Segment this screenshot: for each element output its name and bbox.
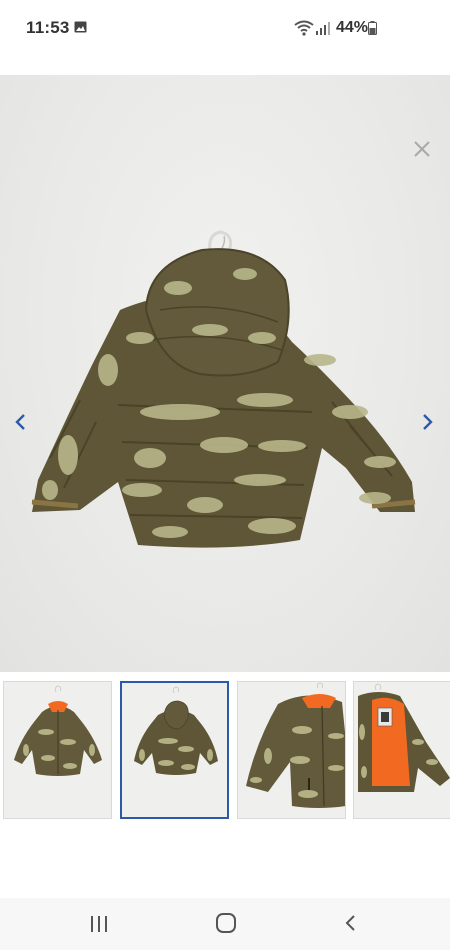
status-time: 11:53 bbox=[26, 18, 70, 37]
chevron-right-icon[interactable] bbox=[418, 410, 436, 434]
thumbnail-strip bbox=[0, 681, 450, 821]
system-nav-bar bbox=[0, 898, 450, 950]
image-viewer[interactable] bbox=[0, 75, 450, 672]
close-icon[interactable] bbox=[412, 139, 432, 159]
signal-icon bbox=[316, 22, 330, 35]
thumbnail-4[interactable] bbox=[353, 681, 450, 819]
chevron-left-icon[interactable] bbox=[12, 410, 30, 434]
thumbnail-image bbox=[358, 683, 450, 792]
status-bar: 11:53 44% bbox=[0, 0, 450, 58]
recents-icon[interactable] bbox=[88, 915, 110, 933]
product-image-main[interactable] bbox=[20, 190, 420, 555]
thumbnail-2[interactable] bbox=[120, 681, 229, 819]
thumbnail-image bbox=[14, 685, 102, 776]
thumbnail-1[interactable] bbox=[3, 681, 112, 819]
wifi-icon bbox=[294, 20, 314, 36]
back-icon[interactable] bbox=[343, 913, 359, 933]
thumbnail-image bbox=[246, 682, 345, 808]
battery-percentage: 44% bbox=[336, 19, 369, 36]
gallery-icon bbox=[74, 21, 87, 33]
thumbnail-image bbox=[134, 686, 218, 775]
battery-icon bbox=[368, 21, 377, 35]
home-icon[interactable] bbox=[215, 912, 237, 934]
thumbnail-3[interactable] bbox=[237, 681, 346, 819]
